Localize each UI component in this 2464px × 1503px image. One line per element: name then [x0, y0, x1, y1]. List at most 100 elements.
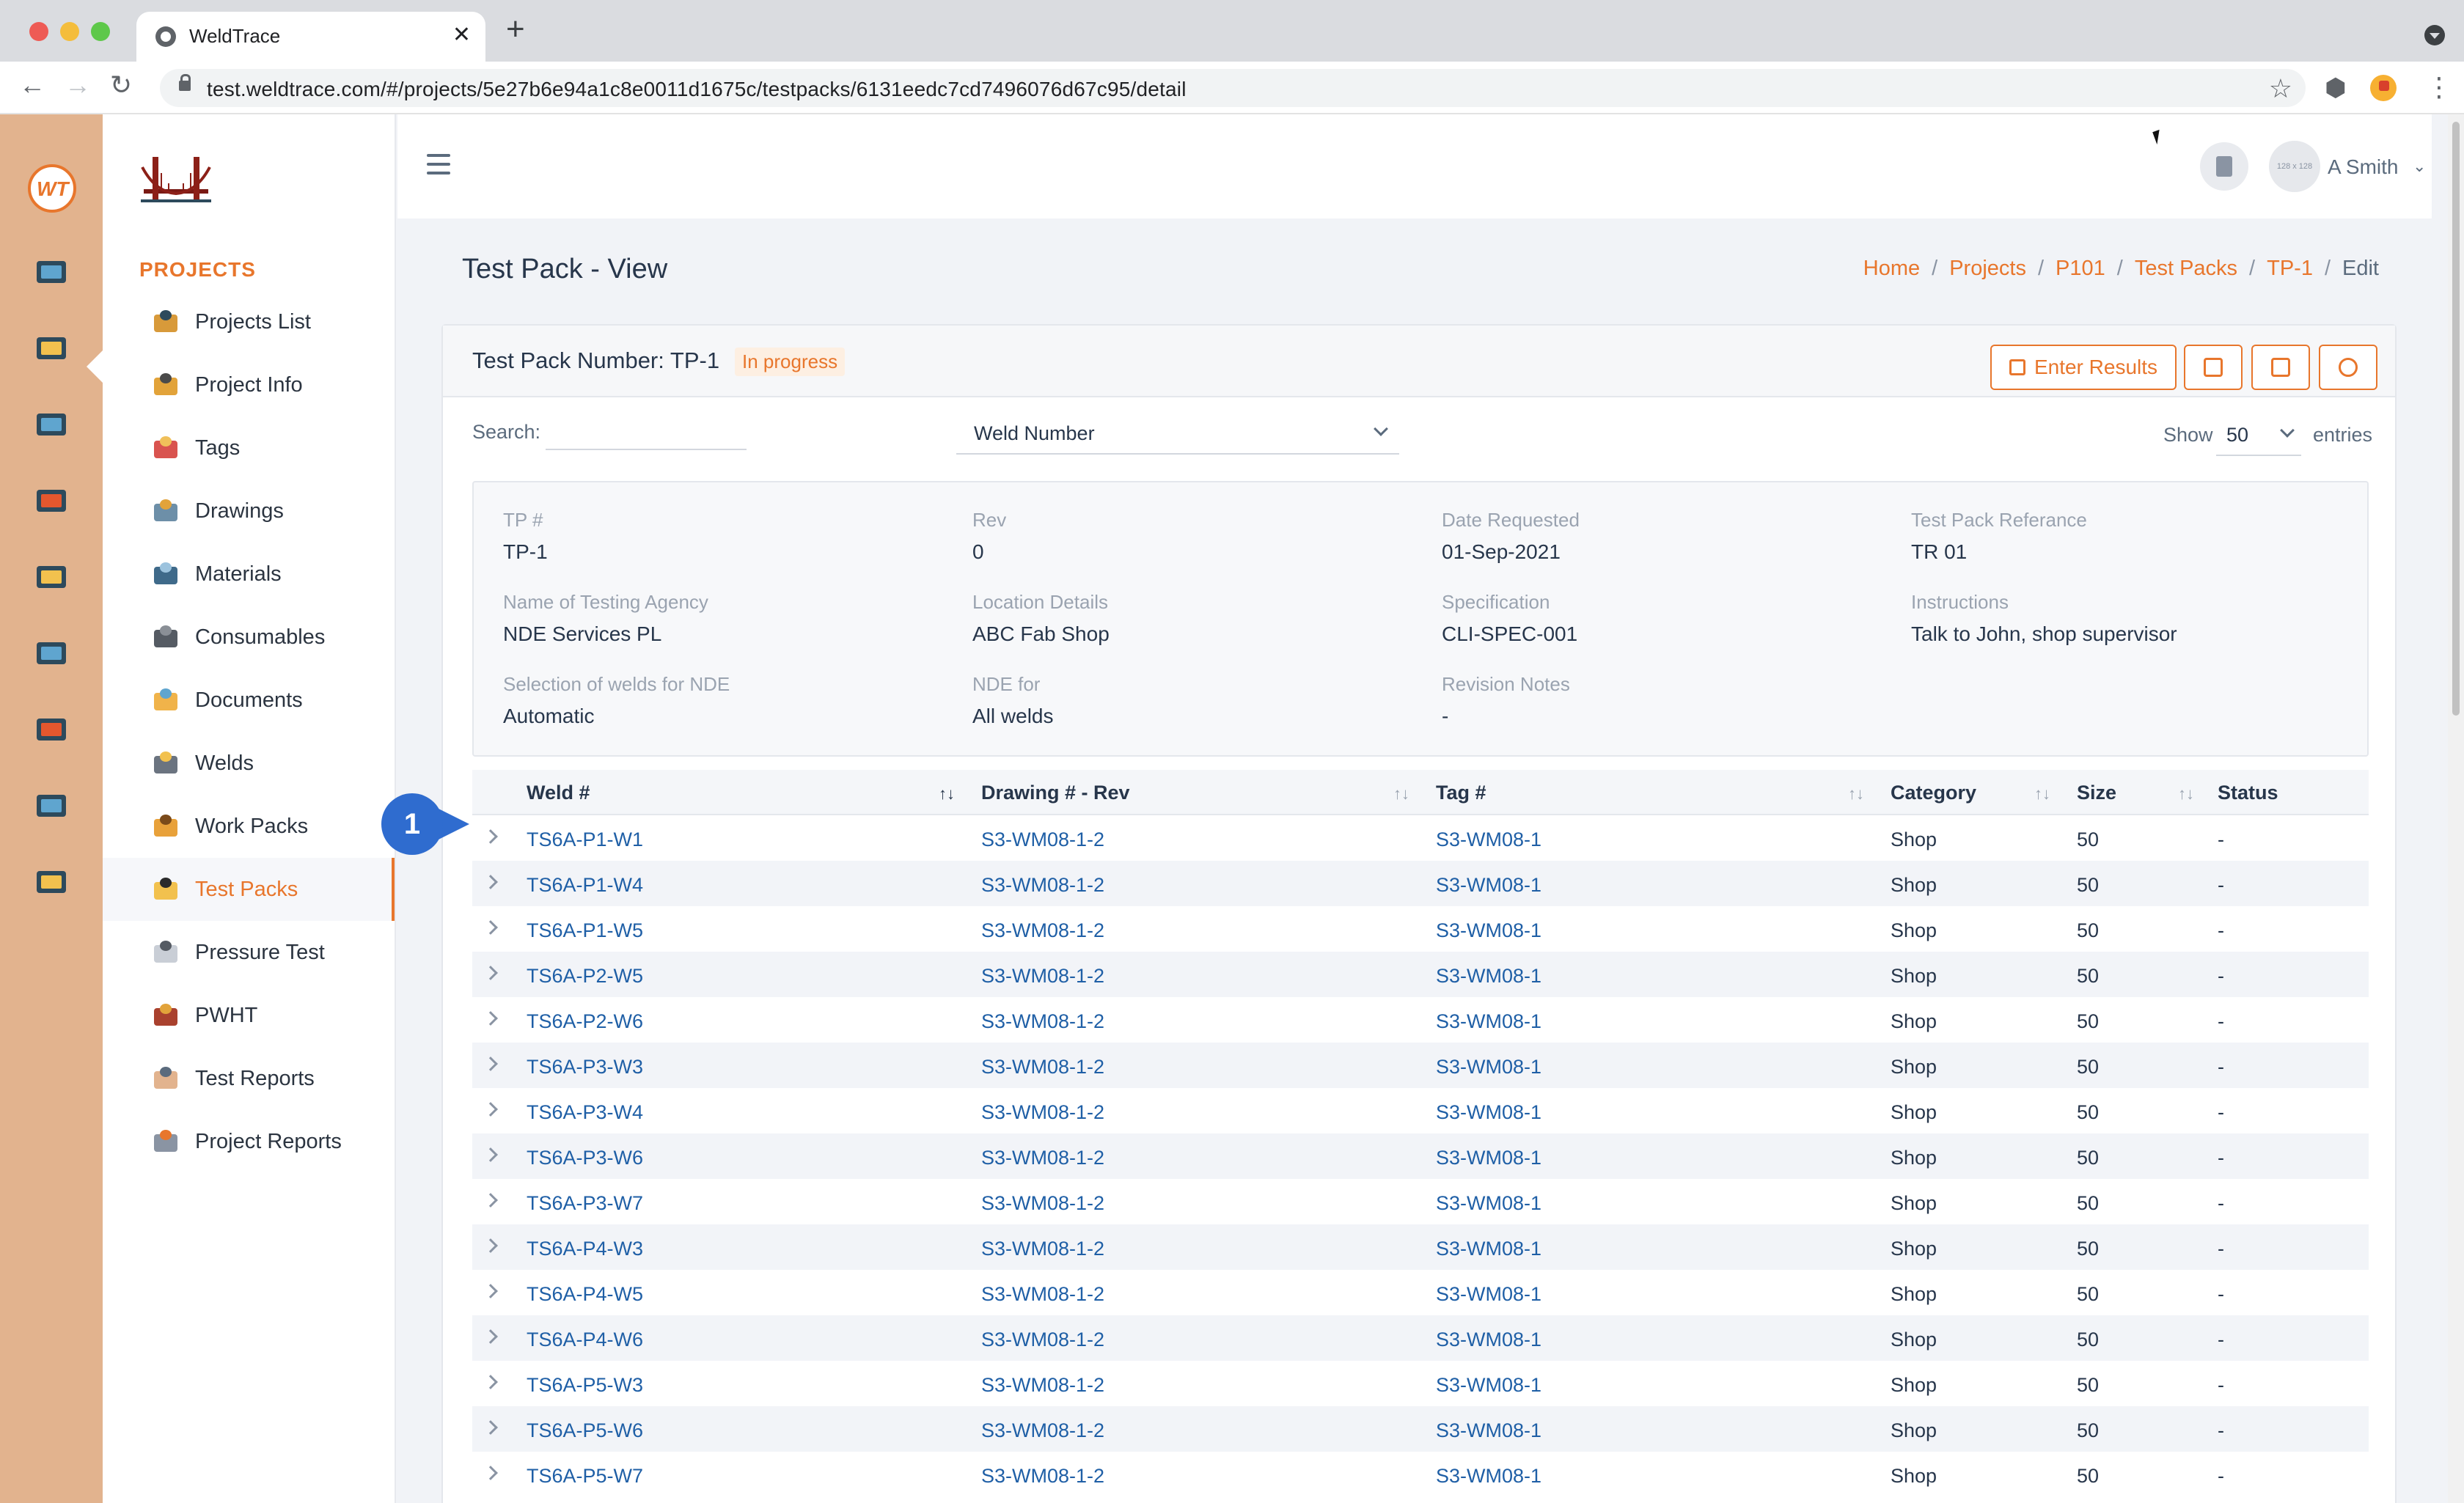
sort-icon[interactable]: ↑↓ [2178, 784, 2194, 804]
cell-drawing[interactable]: S3-WM08-1-2 [981, 919, 1104, 942]
table-row[interactable]: TS6A-P5-W7 S3-WM08-1-2 S3-WM08-1 Shop 50 - [472, 1452, 2369, 1497]
cell-drawing[interactable]: S3-WM08-1-2 [981, 1238, 1104, 1260]
chevron-right-icon[interactable] [483, 1238, 498, 1253]
table-row[interactable]: TS6A-P3-W4 S3-WM08-1-2 S3-WM08-1 Shop 50 - [472, 1088, 2369, 1133]
column-status[interactable]: Status [2218, 782, 2278, 804]
avatar[interactable]: 128 x 128 [2269, 141, 2320, 192]
browser-tab[interactable]: WeldTrace ✕ [136, 12, 485, 62]
monitor-icon[interactable] [31, 255, 72, 292]
chevron-right-icon[interactable] [483, 1420, 498, 1435]
column-weld[interactable]: Weld # [527, 782, 590, 804]
chevron-right-icon[interactable] [483, 1056, 498, 1071]
chevron-right-icon[interactable] [483, 875, 498, 889]
column-size[interactable]: Size [2077, 782, 2116, 804]
edit-button[interactable] [2251, 345, 2310, 390]
sidebar-item-project-reports[interactable]: Project Reports [103, 1110, 395, 1173]
window-zoom-button[interactable] [91, 22, 110, 41]
breadcrumb-test-pack[interactable]: TP-1 [2267, 257, 2313, 281]
cell-weld[interactable]: TS6A-P1-W1 [527, 828, 643, 851]
cell-weld[interactable]: TS6A-P1-W5 [527, 919, 643, 942]
cell-drawing[interactable]: S3-WM08-1-2 [981, 1329, 1104, 1351]
table-row[interactable]: TS6A-P1-W5 S3-WM08-1-2 S3-WM08-1 Shop 50 - [472, 906, 2369, 952]
table-row[interactable]: TS6A-P2-W5 S3-WM08-1-2 S3-WM08-1 Shop 50 - [472, 952, 2369, 997]
table-row[interactable]: TS6A-P4-W6 S3-WM08-1-2 S3-WM08-1 Shop 50 - [472, 1315, 2369, 1361]
cell-weld[interactable]: TS6A-P5-W3 [527, 1374, 643, 1397]
cell-drawing[interactable]: S3-WM08-1-2 [981, 828, 1104, 851]
cell-drawing[interactable]: S3-WM08-1-2 [981, 874, 1104, 897]
cell-tag[interactable]: S3-WM08-1 [1436, 828, 1541, 851]
badge-icon[interactable] [31, 865, 72, 902]
breadcrumb-projects[interactable]: Projects [1949, 257, 2026, 281]
table-row[interactable]: TS6A-P5-W6 S3-WM08-1-2 S3-WM08-1 Shop 50 - [472, 1406, 2369, 1452]
cell-drawing[interactable]: S3-WM08-1-2 [981, 1465, 1104, 1488]
search-field-select[interactable]: Weld Number [956, 414, 1399, 455]
cell-tag[interactable]: S3-WM08-1 [1436, 965, 1541, 988]
sort-icon[interactable]: ↑↓ [2034, 784, 2050, 804]
weldtrace-logo[interactable]: WT [28, 164, 76, 213]
sidebar-item-pressure-test[interactable]: Pressure Test [103, 921, 395, 984]
extensions-icon[interactable]: ⬢ [2325, 73, 2347, 103]
chevron-right-icon[interactable] [483, 1466, 498, 1480]
reload-icon[interactable]: ↻ [110, 72, 132, 98]
chevron-right-icon[interactable] [483, 1284, 498, 1298]
table-row[interactable]: TS6A-P3-W3 S3-WM08-1-2 S3-WM08-1 Shop 50 - [472, 1043, 2369, 1088]
cell-drawing[interactable]: S3-WM08-1-2 [981, 1374, 1104, 1397]
chevron-right-icon[interactable] [483, 1147, 498, 1162]
cell-tag[interactable]: S3-WM08-1 [1436, 1238, 1541, 1260]
table-row[interactable]: TS6A-P4-W5 S3-WM08-1-2 S3-WM08-1 Shop 50 - [472, 1270, 2369, 1315]
welder-icon[interactable] [31, 484, 72, 521]
cell-weld[interactable]: TS6A-P3-W4 [527, 1101, 643, 1124]
table-row[interactable]: TS6A-P3-W7 S3-WM08-1-2 S3-WM08-1 Shop 50 - [472, 1179, 2369, 1224]
scrollbar-thumb[interactable] [2452, 122, 2460, 716]
cell-weld[interactable]: TS6A-P4-W6 [527, 1329, 643, 1351]
cell-drawing[interactable]: S3-WM08-1-2 [981, 965, 1104, 988]
print-button[interactable] [2184, 345, 2243, 390]
chevron-right-icon[interactable] [483, 829, 498, 844]
history-button[interactable] [2319, 345, 2377, 390]
chevron-right-icon[interactable] [483, 920, 498, 935]
cell-weld[interactable]: TS6A-P3-W3 [527, 1056, 643, 1078]
sort-asc-icon[interactable]: ↑↓ [939, 784, 955, 804]
window-close-button[interactable] [29, 22, 48, 41]
extension-badge-icon[interactable] [2370, 75, 2397, 101]
cell-tag[interactable]: S3-WM08-1 [1436, 1419, 1541, 1442]
sidebar-item-welds[interactable]: Welds [103, 732, 395, 795]
chevron-right-icon[interactable] [483, 1329, 498, 1344]
sort-icon[interactable]: ↑↓ [1848, 784, 1864, 804]
sidebar-item-documents[interactable]: Documents [103, 669, 395, 732]
cell-weld[interactable]: TS6A-P5-W7 [527, 1465, 643, 1488]
notes-icon[interactable] [2200, 142, 2248, 191]
column-category[interactable]: Category [1891, 782, 1976, 804]
cell-tag[interactable]: S3-WM08-1 [1436, 1010, 1541, 1033]
cell-tag[interactable]: S3-WM08-1 [1436, 919, 1541, 942]
window-minimize-button[interactable] [60, 22, 79, 41]
column-drawing[interactable]: Drawing # - Rev [981, 782, 1130, 804]
cell-drawing[interactable]: S3-WM08-1-2 [981, 1192, 1104, 1215]
cell-tag[interactable]: S3-WM08-1 [1436, 1056, 1541, 1078]
page-scrollbar[interactable] [2448, 114, 2464, 1503]
table-row[interactable]: TS6A-P2-W6 S3-WM08-1-2 S3-WM08-1 Shop 50 - [472, 997, 2369, 1043]
back-icon[interactable]: ← [19, 72, 45, 98]
cell-weld[interactable]: TS6A-P2-W6 [527, 1010, 643, 1033]
url-text[interactable]: test.weldtrace.com/#/projects/5e27b6e94a… [207, 78, 1187, 101]
new-tab-button[interactable]: + [506, 13, 525, 45]
cell-tag[interactable]: S3-WM08-1 [1436, 874, 1541, 897]
cell-weld[interactable]: TS6A-P1-W4 [527, 874, 643, 897]
browser-menu-icon[interactable]: ⋮ [2426, 72, 2452, 103]
cell-weld[interactable]: TS6A-P4-W5 [527, 1283, 643, 1306]
chevron-down-icon[interactable]: ⌄ [2413, 157, 2426, 176]
breadcrumb-test-packs[interactable]: Test Packs [2135, 257, 2237, 281]
cell-weld[interactable]: TS6A-P4-W3 [527, 1238, 643, 1260]
cell-tag[interactable]: S3-WM08-1 [1436, 1192, 1541, 1215]
cell-weld[interactable]: TS6A-P3-W7 [527, 1192, 643, 1215]
team-icon[interactable] [31, 713, 72, 749]
cell-drawing[interactable]: S3-WM08-1-2 [981, 1147, 1104, 1169]
sidebar-item-test-packs[interactable]: Test Packs [103, 858, 395, 921]
report-icon[interactable] [31, 789, 72, 826]
tab-search-icon[interactable] [2424, 25, 2445, 45]
breadcrumb-home[interactable]: Home [1863, 257, 1920, 281]
cell-drawing[interactable]: S3-WM08-1-2 [981, 1283, 1104, 1306]
sidebar-item-drawings[interactable]: Drawings [103, 479, 395, 543]
folder-gear-icon[interactable] [31, 331, 72, 368]
clipboard-gear-icon[interactable] [31, 408, 72, 444]
